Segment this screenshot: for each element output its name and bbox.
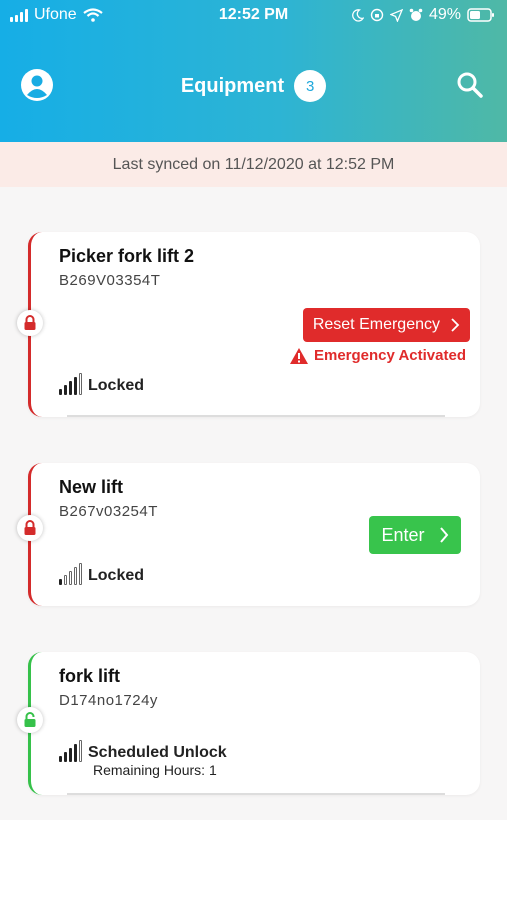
equipment-card[interactable]: fork lift D174no1724y Scheduled Unlock R… [17, 652, 480, 795]
nav-bar: Equipment 3 [0, 60, 507, 110]
lock-closed-icon [17, 310, 43, 336]
remaining-hours: Remaining Hours: 1 [93, 762, 217, 778]
emergency-text: Emergency Activated [313, 347, 466, 364]
sync-banner: Last synced on 11/12/2020 at 12:52 PM [0, 142, 507, 187]
page-title: Equipment [180, 74, 285, 97]
status-row: Locked [59, 563, 145, 585]
equipment-id: B269V03354T [59, 272, 161, 289]
moon-icon [352, 8, 364, 22]
chevron-right-icon [439, 527, 448, 543]
equipment-name: New lift [59, 477, 124, 497]
equipment-id: B267v03254T [59, 503, 158, 520]
status-row: Scheduled Unlock [59, 740, 227, 762]
reset-emergency-label: Reset Emergency [312, 316, 440, 333]
card-divider [67, 793, 445, 795]
enter-label: Enter [381, 524, 425, 545]
battery-percent: 49% [428, 6, 461, 23]
battery-icon [467, 8, 494, 22]
equipment-name: fork lift [59, 666, 120, 686]
signal-strength-icon [59, 373, 82, 395]
lock-status: Scheduled Unlock [88, 744, 227, 761]
equipment-list: Picker fork lift 2 B269V03354T Reset Eme… [0, 187, 507, 820]
emergency-alert: Emergency Activated [289, 347, 466, 364]
lock-rotation-icon [370, 8, 384, 22]
lock-closed-icon [17, 515, 43, 541]
status-bar: Ufone 12:52 PM 49% [0, 0, 507, 30]
signal-strength-icon [59, 740, 82, 762]
equipment-count-badge: 3 [294, 70, 327, 102]
reset-emergency-button[interactable]: Reset Emergency [302, 308, 470, 342]
lock-status: Locked [88, 567, 145, 584]
card-divider [67, 415, 445, 417]
sync-text: Last synced on 11/12/2020 at 12:52 PM [112, 155, 395, 173]
alarm-icon [409, 8, 423, 21]
location-icon [389, 8, 403, 22]
app-header: Ufone 12:52 PM 49% Equipment 3 [0, 0, 507, 142]
enter-button[interactable]: Enter [369, 516, 461, 554]
lock-open-icon [17, 707, 43, 733]
equipment-card[interactable]: New lift B267v03254T Enter Locked [17, 463, 480, 606]
lock-status: Locked [88, 377, 145, 394]
status-row: Locked [59, 373, 145, 395]
warning-icon [289, 347, 308, 364]
equipment-card[interactable]: Picker fork lift 2 B269V03354T Reset Eme… [17, 232, 480, 417]
equipment-id: D174no1724y [59, 692, 158, 709]
equipment-name: Picker fork lift 2 [59, 246, 195, 266]
search-icon[interactable] [455, 70, 485, 100]
chevron-right-icon [451, 318, 460, 332]
signal-strength-icon [59, 563, 82, 585]
